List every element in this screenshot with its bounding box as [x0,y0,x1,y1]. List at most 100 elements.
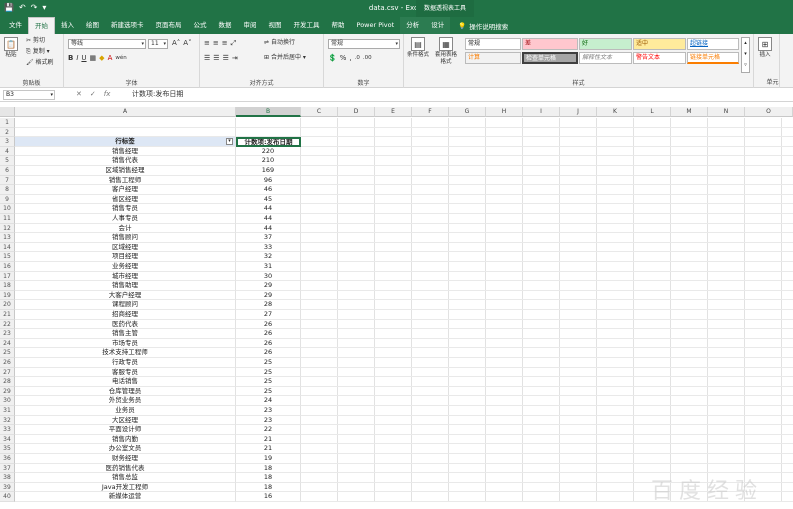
count-cell[interactable]: 23 [236,406,301,416]
row-header[interactable]: 37 [0,463,15,474]
empty-cells[interactable] [301,223,793,234]
count-cell[interactable]: 23 [236,415,301,426]
count-cell[interactable]: 30 [236,271,301,282]
format-as-table-button[interactable]: ▦ 套用表格格式 [433,37,459,66]
row-header[interactable]: 17 [0,271,15,282]
styles-scroll[interactable]: ▴ ▾ ▿ [741,37,750,73]
row-header[interactable]: 25 [0,348,15,358]
job-title-cell[interactable]: 大区经理 [15,415,236,426]
empty-cells[interactable] [301,310,793,320]
col-header-m[interactable]: M [671,107,708,117]
empty-cells[interactable] [301,482,793,493]
empty-cells[interactable] [301,242,793,253]
job-title-cell[interactable]: 销售经理 [15,146,236,157]
tab-file[interactable]: 文件 [3,17,28,34]
count-cell[interactable]: 18 [236,482,301,493]
job-title-cell[interactable]: 销售代表 [15,156,236,166]
job-title-cell[interactable]: 业务经理 [15,262,236,272]
count-cell[interactable]: 29 [236,281,301,291]
empty-cells[interactable] [301,300,793,310]
job-title-cell[interactable]: 办公室文员 [15,444,236,454]
row-header[interactable]: 8 [0,185,15,195]
align-middle-icon[interactable]: ≡ [213,39,219,48]
style-calculation[interactable]: 计算 [465,52,521,64]
count-cell[interactable]: 45 [236,194,301,205]
empty-cells[interactable] [301,367,793,378]
count-cell[interactable] [236,127,301,138]
job-title-cell[interactable]: 课程顾问 [15,300,236,310]
row-header[interactable]: 27 [0,367,15,378]
customize-qat-icon[interactable]: ▾ [42,3,46,13]
count-cell[interactable]: 33 [236,242,301,253]
grow-font-icon[interactable]: A˄ [172,39,180,48]
row-header[interactable]: 29 [0,386,15,397]
job-title-cell[interactable]: 客户经理 [15,185,236,195]
row-header[interactable]: 3 [0,137,15,147]
tab-design[interactable]: 设计 [425,17,451,34]
tab-review[interactable]: 审阅 [238,17,263,34]
empty-cells[interactable] [301,262,793,272]
select-all-corner[interactable] [0,107,15,117]
count-cell[interactable]: 32 [236,252,301,262]
job-title-cell[interactable]: 销售专员 [15,204,236,214]
style-warning[interactable]: 警告文本 [633,52,686,64]
empty-cells[interactable] [301,329,793,339]
percent-button[interactable]: % [340,54,347,63]
empty-cells[interactable] [301,319,793,330]
col-header-j[interactable]: J [560,107,597,117]
worksheet-grid[interactable]: A B C D E F G H I J K L M N O 1 2 3 行标签 ▾ 计数项… [0,102,793,509]
row-header[interactable]: 34 [0,434,15,445]
row-header[interactable]: 9 [0,194,15,205]
tab-developer[interactable]: 开发工具 [288,17,326,34]
empty-cells[interactable] [301,233,793,243]
count-cell[interactable]: 44 [236,214,301,224]
font-size-combo[interactable]: 11 ▾ [148,39,168,49]
count-cell[interactable]: 31 [236,262,301,272]
row-header[interactable]: 19 [0,290,15,301]
row-header[interactable]: 5 [0,156,15,166]
redo-icon[interactable]: ↷ [31,3,38,13]
enter-icon[interactable]: ✓ [90,90,96,99]
job-title-cell[interactable]: 销售顾问 [15,233,236,243]
empty-cells[interactable] [301,118,793,128]
row-header[interactable]: 26 [0,358,15,368]
job-title-cell[interactable]: 外贸业务员 [15,396,236,406]
col-header-a[interactable]: A [15,107,236,117]
count-cell[interactable]: 27 [236,310,301,320]
align-left-icon[interactable]: ☰ [204,54,210,63]
cut-button[interactable]: ✂ 剪切 [26,37,45,45]
border-icon[interactable]: ▦ [90,54,97,63]
format-painter-button[interactable]: 🖌 格式刷 [26,59,54,67]
count-cell[interactable]: 29 [236,290,301,301]
indent-icon[interactable]: ⇥ [232,54,238,63]
row-header[interactable]: 38 [0,473,15,483]
col-header-c[interactable]: C [301,107,338,117]
italic-button[interactable]: I [76,54,78,63]
empty-cells[interactable] [301,204,793,214]
row-header[interactable]: 22 [0,319,15,330]
phonetic-icon[interactable]: wén [115,54,126,63]
count-cell[interactable]: 25 [236,358,301,368]
row-header[interactable]: 32 [0,415,15,426]
count-cell[interactable]: 21 [236,434,301,445]
count-cell[interactable]: 46 [236,185,301,195]
job-title-cell[interactable]: 业务员 [15,406,236,416]
tab-insert[interactable]: 插入 [55,17,80,34]
style-neutral[interactable]: 适中 [633,38,686,50]
style-normal[interactable]: 常规 [465,38,521,50]
job-title-cell[interactable]: 医药代表 [15,319,236,330]
job-title-cell[interactable]: 人事专员 [15,214,236,224]
empty-cells[interactable] [301,377,793,387]
job-title-cell[interactable]: 会计 [15,223,236,234]
row-header[interactable]: 18 [0,281,15,291]
job-title-cell[interactable] [15,118,236,128]
tab-analyze[interactable]: 分析 [400,17,426,34]
job-title-cell[interactable]: 行政专员 [15,358,236,368]
align-bottom-icon[interactable]: ≡ [222,39,228,48]
row-header[interactable]: 12 [0,223,15,234]
row-header[interactable]: 40 [0,492,15,502]
row-header[interactable]: 35 [0,444,15,454]
count-header-cell[interactable]: 计数项:发布日期 [236,137,301,147]
job-title-cell[interactable]: 平面设计师 [15,425,236,435]
job-title-cell[interactable]: 销售主管 [15,329,236,339]
